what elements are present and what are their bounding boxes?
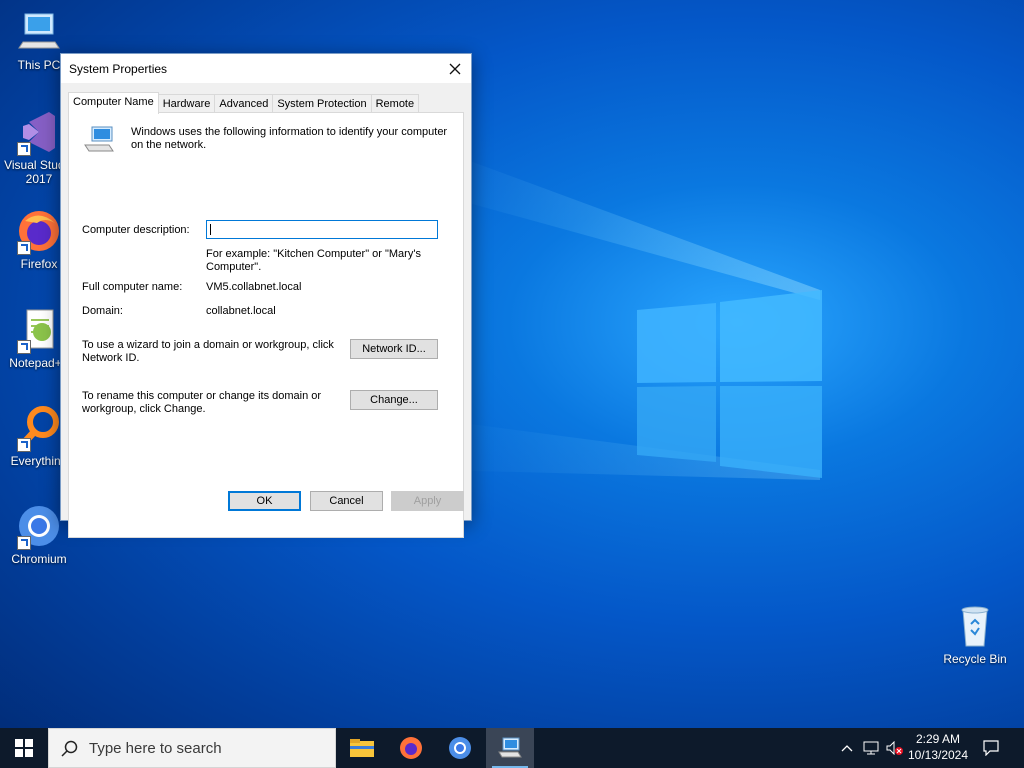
computer-description-input[interactable] (206, 220, 438, 239)
visual-studio-icon (15, 108, 63, 156)
ok-button[interactable]: OK (228, 491, 301, 511)
tab-remote[interactable]: Remote (370, 94, 420, 113)
tab-strip: Computer Name Hardware Advanced System P… (68, 92, 420, 114)
cancel-button[interactable]: Cancel (310, 491, 383, 511)
rename-text: To rename this computer or change its do… (82, 390, 322, 415)
tab-system-protection[interactable]: System Protection (272, 94, 372, 113)
chevron-up-icon (841, 745, 853, 752)
description-label: Computer description: (82, 224, 190, 236)
network-icon (863, 741, 879, 755)
shortcut-arrow-icon (17, 340, 31, 354)
firefox-icon (15, 207, 63, 255)
windows-logo-icon (15, 739, 33, 757)
volume-muted-icon (886, 741, 903, 755)
search-icon (61, 740, 78, 757)
show-hidden-icons-button[interactable] (838, 728, 856, 768)
clock-date: 10/13/2024 (907, 748, 969, 762)
search-placeholder: Type here to search (89, 740, 222, 757)
computer-name-panel: Windows uses the following information t… (68, 112, 464, 538)
tab-hardware[interactable]: Hardware (157, 94, 216, 113)
taskbar-search-box[interactable]: Type here to search (48, 728, 336, 768)
taskbar-chromium[interactable] (436, 728, 484, 768)
text-caret (210, 224, 211, 235)
domain-value: collabnet.local (206, 305, 276, 317)
taskbar-file-explorer[interactable] (338, 728, 386, 768)
window-title: System Properties (69, 62, 168, 76)
title-bar[interactable]: System Properties (61, 54, 471, 83)
tab-computer-name[interactable]: Computer Name (68, 92, 159, 114)
notepadpp-icon (15, 306, 63, 354)
full-name-label: Full computer name: (82, 281, 183, 293)
network-computer-icon (83, 125, 117, 155)
network-id-button[interactable]: Network ID... (350, 339, 438, 359)
shortcut-arrow-icon (17, 438, 31, 452)
everything-icon (15, 404, 63, 452)
action-center-button[interactable] (976, 728, 1006, 768)
volume-tray-button[interactable] (884, 728, 906, 768)
example-text: For example: "Kitchen Computer" or "Mary… (206, 248, 421, 273)
taskbar-system-properties[interactable] (486, 728, 534, 768)
desktop-icon-recycle-bin[interactable]: Recycle Bin (937, 602, 1013, 666)
taskbar: Type here to search 2:29 AM 10/13/2024 (0, 728, 1024, 768)
domain-label: Domain: (82, 305, 123, 317)
taskbar-clock[interactable]: 2:29 AM 10/13/2024 (905, 731, 971, 763)
network-tray-button[interactable] (860, 728, 882, 768)
taskbar-firefox[interactable] (387, 728, 435, 768)
chromium-icon (15, 502, 63, 550)
desktop-icon-label: Chromium (11, 552, 67, 566)
notification-icon (983, 740, 999, 756)
close-icon (449, 63, 461, 74)
clock-time: 2:29 AM (915, 732, 961, 746)
system-properties-window: System Properties Computer Name Hardware… (60, 53, 472, 538)
computer-icon (15, 8, 63, 56)
shortcut-arrow-icon (17, 142, 31, 156)
system-properties-icon (498, 737, 522, 758)
close-button[interactable] (439, 54, 471, 83)
apply-button: Apply (391, 491, 464, 511)
intro-text: Windows uses the following information t… (131, 126, 448, 151)
change-button[interactable]: Change... (350, 390, 438, 410)
shortcut-arrow-icon (17, 241, 31, 255)
desktop-icon-label: Recycle Bin (943, 652, 1007, 666)
recycle-bin-icon (951, 602, 999, 650)
firefox-icon (400, 737, 422, 759)
full-name-value: VM5.collabnet.local (206, 281, 302, 293)
start-button[interactable] (0, 728, 48, 768)
folder-icon (350, 739, 374, 757)
chromium-icon (449, 737, 471, 759)
network-id-text: To use a wizard to join a domain or work… (82, 339, 334, 364)
tab-advanced[interactable]: Advanced (214, 94, 274, 113)
shortcut-arrow-icon (17, 536, 31, 550)
